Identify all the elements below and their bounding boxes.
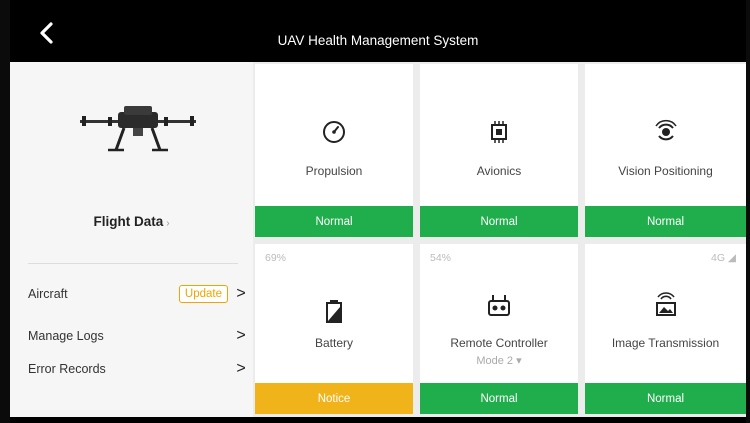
card-title: Propulsion	[305, 164, 363, 178]
chevron-right-icon: >	[236, 360, 246, 377]
signal-indicator: 4G ◢	[711, 252, 736, 264]
speedometer-icon	[321, 119, 347, 145]
divider	[28, 263, 238, 264]
page-title: UAV Health Management System	[277, 33, 479, 48]
flight-data-label: Flight Data	[93, 214, 164, 229]
card-title: Image Transmission	[611, 336, 720, 350]
chevron-right-icon: >	[236, 285, 246, 302]
flight-data-arrow-icon: ›	[166, 218, 170, 229]
status-badge: Notice	[255, 383, 413, 414]
mode-dropdown[interactable]: Mode 2 ▾	[420, 354, 578, 367]
menu-item-label: Manage Logs	[28, 329, 104, 343]
status-badge: Normal	[585, 383, 746, 414]
card-propulsion[interactable]: Propulsion Normal	[255, 64, 413, 237]
card-image-transmission[interactable]: 4G ◢ Image Transmission Normal	[585, 244, 746, 414]
battery-icon	[321, 298, 347, 324]
left-panel: Flight Data › Aircraft Update > Manage Lo…	[10, 62, 253, 417]
app-window: UAV Health Management System Flight Data…	[10, 0, 746, 423]
camera-lens-icon	[653, 119, 679, 145]
card-title: Avionics	[476, 164, 522, 178]
controller-battery-percent: 54%	[430, 252, 452, 264]
card-title: Vision Positioning	[618, 164, 713, 178]
status-badge: Normal	[255, 206, 413, 237]
card-vision-positioning[interactable]: Vision Positioning Normal	[585, 64, 746, 237]
remote-controller-icon	[486, 292, 512, 318]
card-avionics[interactable]: Avionics Normal	[420, 64, 578, 237]
menu-item-label: Error Records	[28, 362, 106, 376]
chip-icon	[486, 119, 512, 145]
top-bar: UAV Health Management System	[10, 0, 746, 62]
menu-item-aircraft[interactable]: Aircraft Update >	[28, 279, 248, 309]
status-badge: Normal	[585, 206, 746, 237]
drone-image	[80, 106, 196, 152]
flight-data-link[interactable]: Flight Data ›	[10, 214, 253, 229]
menu-item-label: Aircraft	[28, 287, 68, 301]
update-button[interactable]: Update	[178, 285, 228, 303]
battery-percent: 69%	[265, 252, 287, 264]
card-battery[interactable]: 69% Battery Notice	[255, 244, 413, 414]
card-title: Battery	[314, 336, 353, 350]
chevron-right-icon: >	[236, 327, 246, 344]
card-remote-controller[interactable]: 54% Remote Controller Mode 2 ▾ Normal	[420, 244, 578, 414]
menu-item-error-records[interactable]: Error Records >	[28, 354, 248, 384]
main-content: Flight Data › Aircraft Update > Manage Lo…	[10, 62, 746, 417]
status-badge: Normal	[420, 383, 578, 414]
menu-item-manage-logs[interactable]: Manage Logs >	[28, 321, 248, 351]
image-transmission-icon	[653, 292, 679, 318]
status-badge: Normal	[420, 206, 578, 237]
card-title: Remote Controller	[450, 336, 548, 350]
